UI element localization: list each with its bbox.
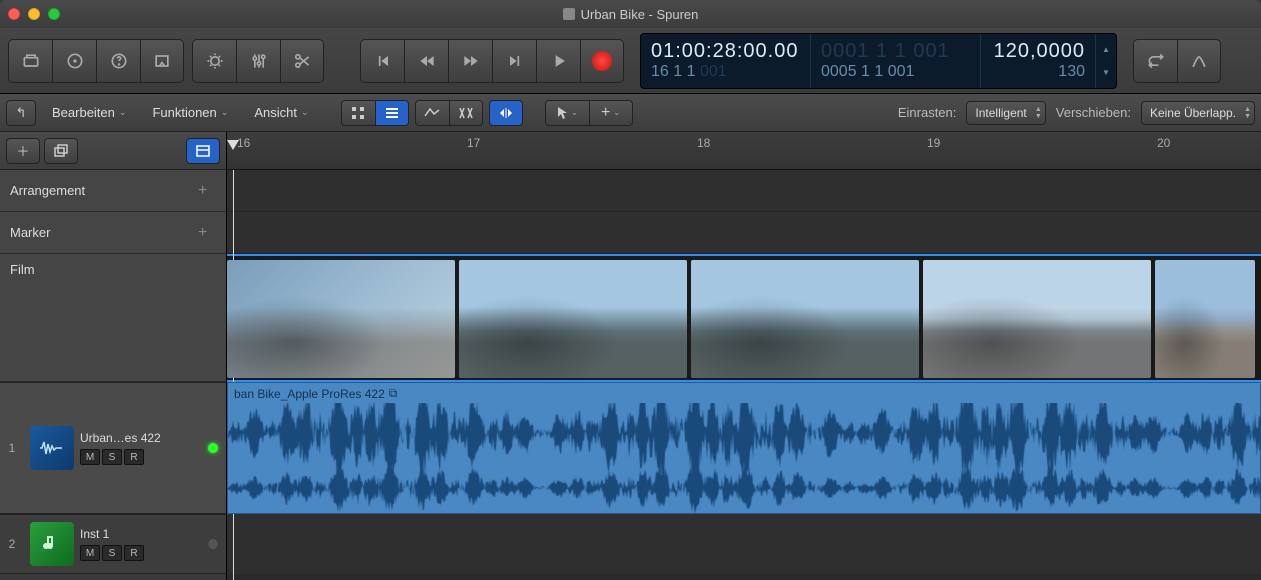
back-arrow-button[interactable]: ↰ — [6, 100, 36, 126]
instrument-track-icon — [30, 522, 74, 566]
film-lane-header[interactable]: Film — [0, 254, 226, 382]
region-name: ban Bike_Apple ProRes 422 — [234, 387, 385, 401]
lcd-display: 01:00:28:00.00 16 1 1 001 0001 1 1 001 0… — [640, 33, 1117, 89]
window-title: Urban Bike - Spuren — [0, 7, 1261, 22]
toolbar-toggle-button[interactable] — [140, 39, 184, 83]
arrange-area[interactable]: 16 17 18 19 20 ban Bike_Apple ProRes 422… — [227, 132, 1261, 580]
snap-label: Einrasten: — [894, 105, 961, 120]
track-name[interactable]: Urban…es 422 — [80, 431, 200, 445]
grid-view-button[interactable] — [341, 100, 375, 126]
track-active-indicator — [208, 539, 218, 549]
add-arrangement-icon[interactable]: + — [198, 182, 216, 200]
video-thumbnail — [691, 260, 919, 378]
track-header-2[interactable]: 2 Inst 1 M S R — [0, 514, 226, 574]
play-button[interactable] — [536, 39, 580, 83]
snap-select[interactable]: Intelligent ▲▼ — [966, 101, 1045, 125]
track-active-indicator — [208, 443, 218, 453]
flex-button[interactable] — [449, 100, 483, 126]
ruler-tick: 20 — [1157, 136, 1170, 150]
lcd-menu[interactable]: ▲▼ — [1096, 34, 1116, 88]
film-lane[interactable] — [227, 254, 1261, 382]
functions-menu[interactable]: Funktionen⌄ — [142, 101, 238, 124]
list-view-button[interactable] — [375, 100, 409, 126]
close-window[interactable] — [8, 8, 20, 20]
forward-button[interactable] — [448, 39, 492, 83]
video-thumbnail — [1155, 260, 1255, 378]
tracks-toolbar: ↰ Bearbeiten⌄ Funktionen⌄ Ansicht⌄ ⌄ +⌄ … — [0, 94, 1261, 132]
global-tracks-button[interactable] — [186, 138, 220, 164]
main-toolbar: 01:00:28:00.00 16 1 1 001 0001 1 1 001 0… — [0, 28, 1261, 94]
view-menu[interactable]: Ansicht⌄ — [244, 101, 318, 124]
catch-playhead-button[interactable] — [489, 100, 523, 126]
cycle-button[interactable] — [1133, 39, 1177, 83]
timeline-ruler[interactable]: 16 17 18 19 20 — [227, 132, 1261, 170]
tuner-button[interactable] — [1177, 39, 1221, 83]
drag-label: Verschieben: — [1052, 105, 1135, 120]
film-label: Film — [10, 262, 35, 277]
track-2-lane[interactable] — [227, 514, 1261, 574]
drag-select[interactable]: Keine Überlapp. ▲▼ — [1141, 101, 1255, 125]
solo-button[interactable]: S — [102, 449, 122, 465]
ruler-tick: 16 — [237, 136, 250, 150]
smart-controls-button[interactable] — [192, 39, 236, 83]
zoom-window[interactable] — [48, 8, 60, 20]
scissors-button[interactable] — [280, 39, 324, 83]
arrangement-label: Arrangement — [10, 183, 85, 198]
project-icon — [563, 8, 575, 20]
help-button[interactable] — [96, 39, 140, 83]
minimize-window[interactable] — [28, 8, 40, 20]
secondary-tool[interactable]: +⌄ — [589, 100, 633, 126]
arrangement-lane[interactable] — [227, 170, 1261, 212]
ruler-tick: 17 — [467, 136, 480, 150]
waveform — [228, 403, 1261, 515]
inspector-button[interactable] — [52, 39, 96, 83]
lcd-tempo[interactable]: 120,0000 — [994, 40, 1085, 63]
go-to-start-button[interactable] — [360, 39, 404, 83]
record-enable-button[interactable]: R — [124, 449, 144, 465]
playhead-icon[interactable] — [227, 140, 239, 152]
track-number: 1 — [0, 441, 24, 455]
add-track-button[interactable]: ＋ — [6, 138, 40, 164]
mute-button[interactable]: M — [80, 449, 100, 465]
record-button[interactable] — [580, 39, 624, 83]
lcd-locator-bot[interactable]: 0005 1 1 001 — [821, 63, 914, 81]
region-link-icon: ⧉ — [389, 386, 398, 401]
marker-lane[interactable] — [227, 212, 1261, 254]
ruler-tick: 18 — [697, 136, 710, 150]
lcd-bars-suffix: 001 — [700, 63, 727, 80]
mute-button[interactable]: M — [80, 545, 100, 561]
video-thumbnail — [227, 260, 455, 378]
lcd-locator-top[interactable]: 0001 1 1 001 — [821, 40, 950, 63]
marker-lane-header[interactable]: Marker + — [0, 212, 226, 254]
go-to-end-button[interactable] — [492, 39, 536, 83]
track-number: 2 — [0, 537, 24, 551]
mixer-button[interactable] — [236, 39, 280, 83]
video-thumbnail — [923, 260, 1151, 378]
window-title-text: Urban Bike - Spuren — [581, 7, 699, 22]
edit-menu[interactable]: Bearbeiten⌄ — [42, 101, 136, 124]
pointer-tool[interactable]: ⌄ — [545, 100, 589, 126]
arrangement-lane-header[interactable]: Arrangement + — [0, 170, 226, 212]
duplicate-track-button[interactable] — [44, 138, 78, 164]
track-name[interactable]: Inst 1 — [80, 527, 200, 541]
track-header-1[interactable]: 1 Urban…es 422 M S R — [0, 382, 226, 514]
ruler-tick: 19 — [927, 136, 940, 150]
automation-button[interactable] — [415, 100, 449, 126]
lcd-bars[interactable]: 16 1 1 — [651, 63, 695, 80]
rewind-button[interactable] — [404, 39, 448, 83]
lcd-timecode[interactable]: 01:00:28:00.00 — [651, 40, 798, 63]
add-marker-icon[interactable]: + — [198, 224, 216, 242]
solo-button[interactable]: S — [102, 545, 122, 561]
window-titlebar: Urban Bike - Spuren — [0, 0, 1261, 28]
lcd-timesig[interactable]: 130 — [1058, 63, 1085, 81]
track-header-area: ＋ Arrangement + Marker + Film 1 Urban…es… — [0, 132, 227, 580]
record-enable-button[interactable]: R — [124, 545, 144, 561]
audio-track-icon — [30, 426, 74, 470]
library-button[interactable] — [8, 39, 52, 83]
audio-region[interactable]: ban Bike_Apple ProRes 422 ⧉ — [227, 382, 1261, 514]
video-thumbnail — [459, 260, 687, 378]
marker-label: Marker — [10, 225, 50, 240]
